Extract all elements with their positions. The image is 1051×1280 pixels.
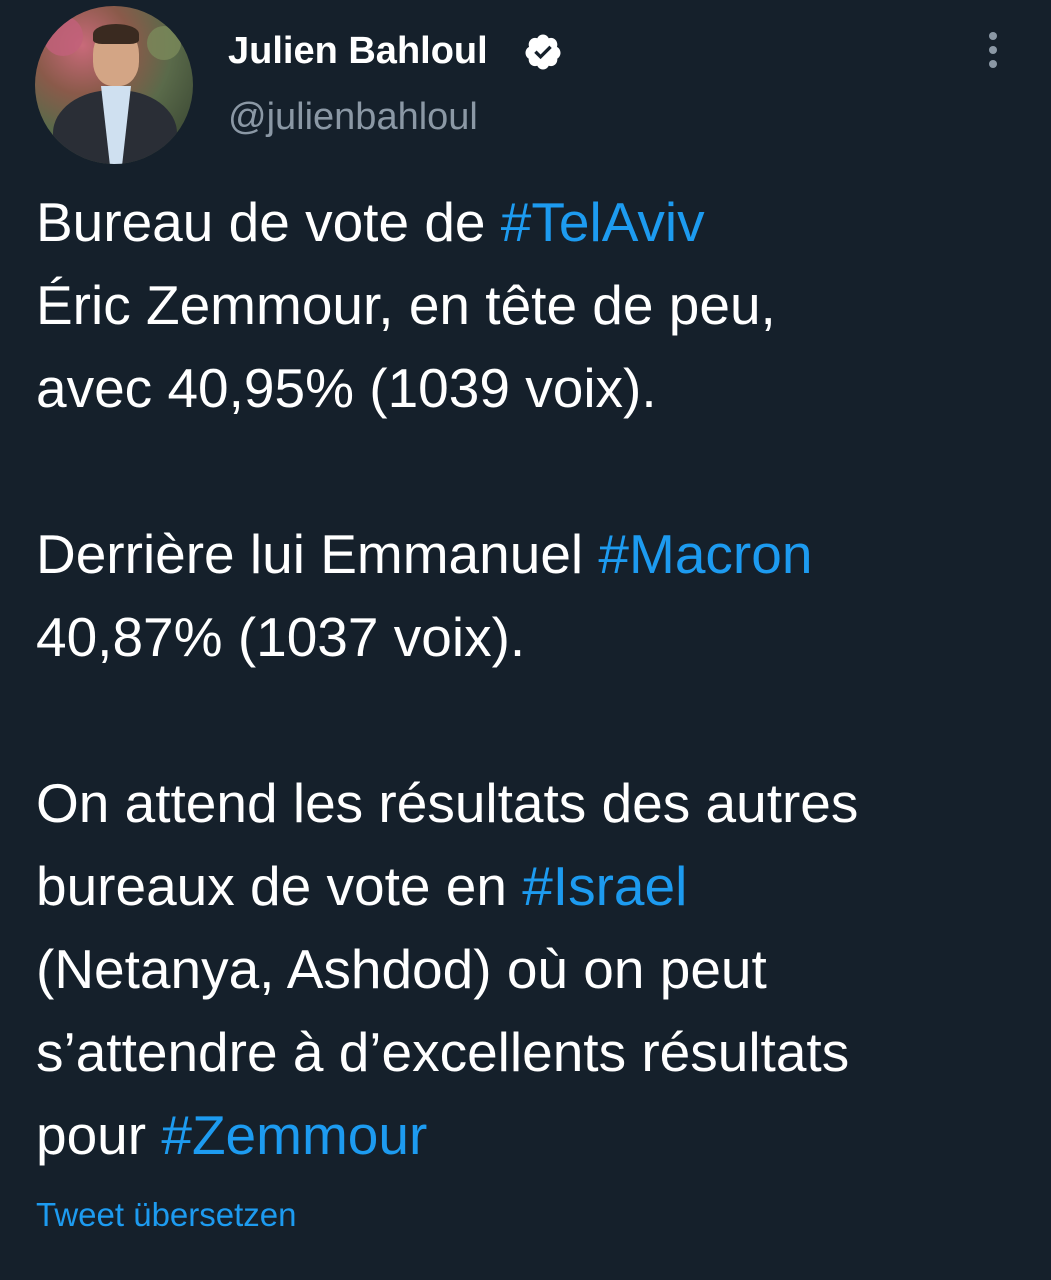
- translate-tweet-link[interactable]: Tweet übersetzen: [36, 1195, 297, 1235]
- tweet-text-segment: pour: [36, 1104, 162, 1166]
- tweet-line: On attend les résultats des autres: [36, 772, 859, 834]
- tweet-line: pour #Zemmour: [36, 1094, 1036, 1177]
- tweet-text-segment: bureaux de vote en: [36, 855, 523, 917]
- more-dot: [989, 60, 997, 68]
- tweet-line: s’attendre à d’excellents résultats: [36, 1021, 850, 1083]
- tweet-text: Bureau de vote de #TelAviv Éric Zemmour,…: [36, 181, 1036, 1177]
- avatar-hair: [93, 24, 139, 44]
- tweet-text-segment: Bureau de vote de: [36, 191, 501, 253]
- tweet-line: Éric Zemmour, en tête de peu,: [36, 274, 776, 336]
- tweet-text-segment: Derrière lui Emmanuel: [36, 523, 599, 585]
- more-dot: [989, 32, 997, 40]
- tweet-line: avec 40,95% (1039 voix).: [36, 357, 657, 419]
- avatar[interactable]: [35, 6, 193, 164]
- tweet-line: Bureau de vote de #TelAviv: [36, 181, 1036, 264]
- verified-badge-icon: [525, 34, 561, 70]
- hashtag-telaviv[interactable]: #TelAviv: [501, 191, 705, 253]
- author-display-name[interactable]: Julien Bahloul: [228, 28, 488, 74]
- hashtag-zemmour[interactable]: #Zemmour: [161, 1104, 427, 1166]
- hashtag-israel[interactable]: #Israel: [522, 855, 687, 917]
- author-handle[interactable]: @julienbahloul: [228, 94, 478, 140]
- more-dot: [989, 46, 997, 54]
- tweet-card: Julien Bahloul @julienbahloul Bureau de …: [0, 0, 1051, 1280]
- avatar-bg-flowers: [43, 16, 83, 56]
- tweet-line: 40,87% (1037 voix).: [36, 606, 526, 668]
- tweet-line: (Netanya, Ashdod) où on peut: [36, 938, 767, 1000]
- avatar-bg-foliage: [147, 26, 181, 60]
- more-vertical-icon[interactable]: [982, 32, 1004, 72]
- hashtag-macron[interactable]: #Macron: [598, 523, 812, 585]
- tweet-line: Derrière lui Emmanuel #Macron: [36, 513, 1036, 596]
- tweet-line: bureaux de vote en #Israel: [36, 845, 1036, 928]
